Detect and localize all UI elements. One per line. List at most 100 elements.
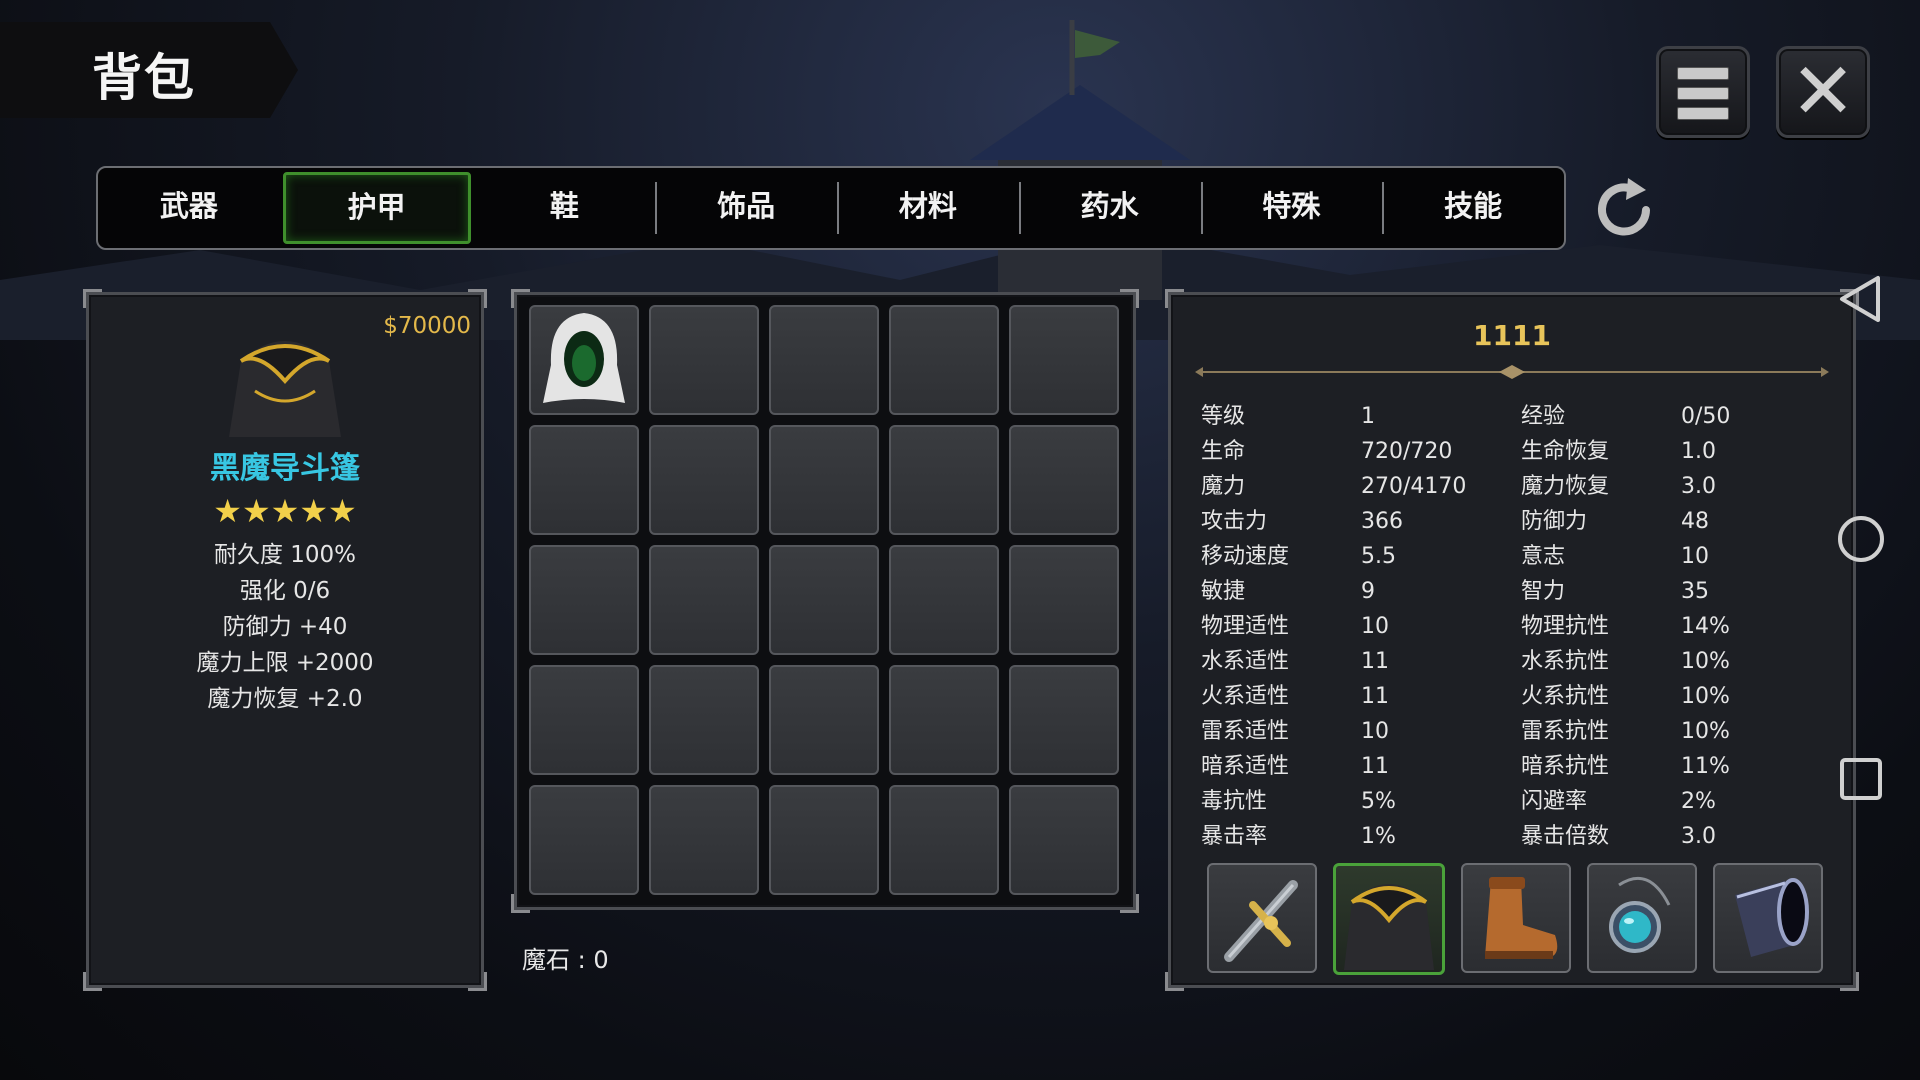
stat-label: 攻击力: [1201, 509, 1268, 534]
inventory-slot[interactable]: [649, 305, 759, 415]
inventory-slot[interactable]: [889, 665, 999, 775]
inventory-slot[interactable]: [1009, 785, 1119, 895]
stat-value: 2%: [1681, 789, 1716, 814]
inventory-panel: [511, 289, 1139, 913]
tab-accessories[interactable]: 饰品: [655, 168, 837, 248]
stat-label: 毒抗性: [1201, 789, 1268, 814]
inventory-slot[interactable]: [649, 665, 759, 775]
inventory-slot[interactable]: [1009, 545, 1119, 655]
stat-label: 敏捷: [1201, 579, 1246, 604]
inventory-slot[interactable]: [769, 785, 879, 895]
inventory-slot[interactable]: [769, 545, 879, 655]
nav-home-icon[interactable]: [1836, 514, 1886, 564]
boots-icon: [1485, 877, 1558, 959]
stat-value: 10: [1681, 544, 1709, 569]
inventory-slot[interactable]: [769, 425, 879, 535]
stat-value: 11: [1361, 649, 1389, 674]
tab-skills[interactable]: 技能: [1382, 168, 1564, 248]
stat-value: 35: [1681, 579, 1709, 604]
equip-slot-shoes[interactable]: [1461, 863, 1571, 973]
nav-back-icon[interactable]: [1836, 274, 1886, 324]
equip-slot-weapon[interactable]: [1207, 863, 1317, 973]
corner-ornament: [468, 972, 487, 991]
tab-potions[interactable]: 药水: [1018, 168, 1201, 248]
inventory-slot[interactable]: [649, 425, 759, 535]
equip-slot-armor[interactable]: [1333, 863, 1445, 975]
refresh-icon[interactable]: [1588, 174, 1660, 246]
corner-ornament: [511, 894, 530, 913]
item-detail-panel: $70000 黑魔导斗篷 ★★★★★ 耐久度 100% 强化 0/6 防御力 +…: [83, 289, 487, 991]
equip-slot-bracer[interactable]: [1713, 863, 1823, 973]
menu-button[interactable]: [1656, 46, 1750, 138]
stat-label: 水系抗性: [1521, 649, 1610, 674]
nav-recents-icon[interactable]: [1836, 754, 1886, 804]
amulet-icon: [1609, 876, 1671, 953]
stat-value: 10%: [1681, 649, 1730, 674]
stat-value: 10%: [1681, 684, 1730, 709]
stat-value: 11: [1361, 684, 1389, 709]
stat-label: 暴击倍数: [1521, 824, 1610, 849]
inventory-slot[interactable]: [1009, 425, 1119, 535]
corner-ornament: [1120, 289, 1139, 308]
stat-label: 防御力: [1521, 509, 1588, 534]
item-stat-line: 魔力恢复 +2.0: [207, 686, 363, 712]
inventory-slot[interactable]: [769, 305, 879, 415]
inventory-slot[interactable]: [649, 545, 759, 655]
equip-slot-accessory[interactable]: [1587, 863, 1697, 973]
inventory-slot[interactable]: [769, 665, 879, 775]
tab-materials[interactable]: 材料: [837, 168, 1019, 248]
inventory-slot[interactable]: [889, 305, 999, 415]
stat-value: 11%: [1681, 754, 1730, 779]
inventory-slot[interactable]: [889, 425, 999, 535]
inventory-slot[interactable]: [1009, 665, 1119, 775]
inventory-slot[interactable]: [529, 785, 639, 895]
inventory-slot[interactable]: [889, 545, 999, 655]
menu-icon: [1677, 67, 1729, 120]
bracer-icon: [1735, 878, 1809, 957]
inventory-slot[interactable]: [889, 785, 999, 895]
corner-ornament: [1165, 289, 1184, 308]
white-hood-icon: [543, 313, 625, 403]
stat-label: 雷系适性: [1201, 719, 1290, 744]
stat-value: 3.0: [1681, 824, 1716, 849]
tab-shoes[interactable]: 鞋: [474, 168, 656, 248]
tab-armor[interactable]: 护甲: [282, 172, 471, 244]
page-title: 背包: [92, 49, 196, 107]
stat-label: 火系抗性: [1521, 684, 1610, 709]
item-stat-line: 防御力 +40: [222, 614, 348, 640]
stat-label: 魔力恢复: [1521, 474, 1610, 499]
stat-value: 270/4170: [1361, 474, 1467, 499]
corner-ornament: [83, 289, 102, 308]
inventory-slot[interactable]: [529, 305, 639, 415]
item-name: 黑魔导斗篷: [210, 451, 360, 486]
item-stats: 耐久度 100% 强化 0/6 防御力 +40 魔力上限 +2000 魔力恢复 …: [89, 537, 481, 717]
category-tabs: 武器 护甲 鞋 饰品 材料 药水 特殊 技能: [96, 166, 1566, 250]
inventory-slot[interactable]: [529, 545, 639, 655]
background-castle: [970, 20, 1190, 300]
tab-weapons[interactable]: 武器: [98, 168, 280, 248]
close-button[interactable]: ✕: [1776, 46, 1870, 138]
stat-value: 10%: [1681, 719, 1730, 744]
stat-label: 暴击率: [1201, 824, 1268, 849]
inventory-slot[interactable]: [1009, 305, 1119, 415]
item-price: $70000: [383, 313, 471, 339]
inventory-slot[interactable]: [529, 425, 639, 535]
character-panel: 11 11 等级 1 经验 0/50 生命 720/720 生命恢复 1.0 魔力…: [1165, 289, 1859, 991]
stat-label: 暗系抗性: [1521, 754, 1610, 779]
stat-value: 1.0: [1681, 439, 1716, 464]
stat-label: 物理抗性: [1521, 614, 1610, 639]
character-stats: 等级 1 经验 0/50 生命 720/720 生命恢复 1.0 魔力 270/…: [1201, 399, 1831, 854]
stat-label: 火系适性: [1201, 684, 1290, 709]
cloak-icon: [1344, 884, 1434, 970]
corner-ornament: [1120, 894, 1139, 913]
stat-label: 生命: [1201, 439, 1246, 464]
stat-label: 暗系适性: [1201, 754, 1290, 779]
magic-stone-count: 魔石 : 0: [522, 946, 609, 974]
stat-label: 魔力: [1201, 474, 1246, 499]
tab-special[interactable]: 特殊: [1200, 168, 1383, 248]
inventory-slot[interactable]: [649, 785, 759, 895]
corner-ornament: [83, 972, 102, 991]
inventory-slot[interactable]: [529, 665, 639, 775]
corner-ornament: [1840, 972, 1859, 991]
stat-label: 意志: [1521, 544, 1566, 569]
